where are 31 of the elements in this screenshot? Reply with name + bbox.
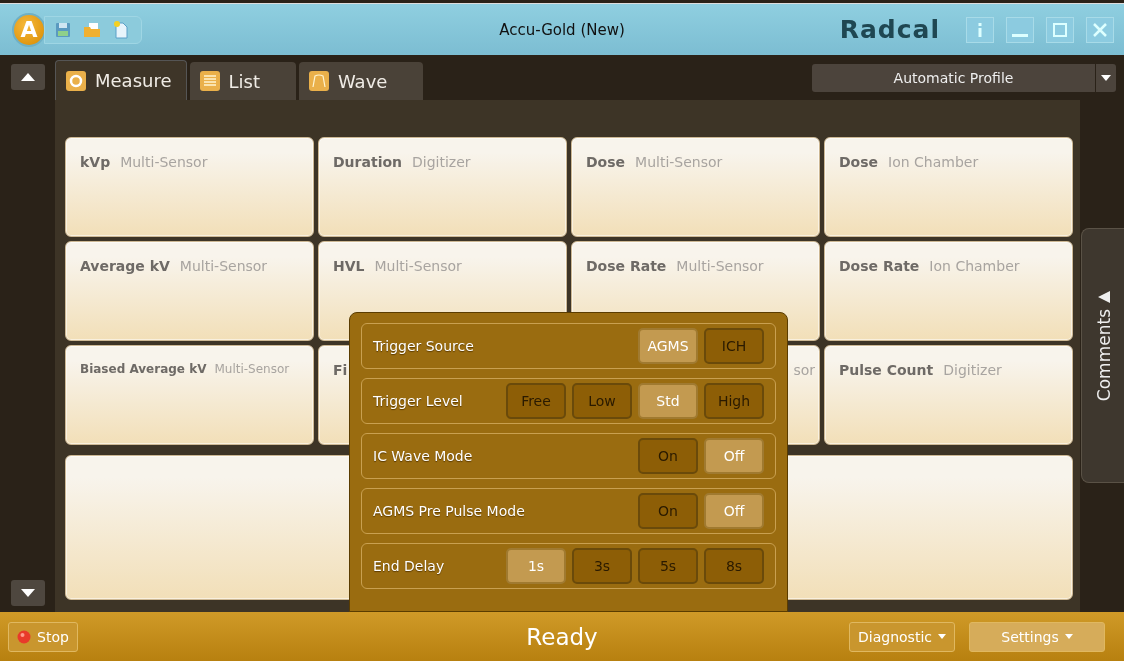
sensor-label: sor: [793, 362, 815, 378]
sensor-label: Multi-Sensor: [676, 258, 764, 274]
status-text: Ready: [526, 623, 598, 650]
measurement-label: Dose Rate: [586, 258, 667, 274]
setting-label: AGMS Pre Pulse Mode: [373, 503, 526, 519]
window-title: Accu-Gold (New): [499, 20, 625, 39]
comments-label: Comments: [1093, 309, 1114, 402]
measurement-label: Fi: [333, 362, 348, 378]
measurement-label: Pulse Count: [839, 362, 934, 378]
sensor-label: Ion Chamber: [888, 154, 979, 170]
sensor-label: Digitizer: [412, 154, 471, 170]
sensor-label: Multi-Sensor: [374, 258, 462, 274]
measurement-label: Average kV: [80, 258, 170, 274]
setting-label: Trigger Level: [373, 393, 464, 409]
setting-label: Trigger Source: [373, 338, 475, 354]
measurement-label: Dose: [586, 154, 626, 170]
measurement-label: HVL: [333, 258, 365, 274]
measurement-label: Duration: [333, 154, 402, 170]
sensor-label: Digitizer: [943, 362, 1002, 378]
brand-logo: Radcal: [839, 15, 940, 44]
sensor-label: Multi-Sensor: [120, 154, 208, 170]
sensor-label: Multi-Sensor: [214, 362, 290, 376]
sensor-label: Multi-Sensor: [179, 258, 268, 274]
sensor-label: Ion Chamber: [929, 258, 1020, 274]
measurement-label: kVp: [80, 154, 111, 170]
setting-label: End Delay: [373, 558, 446, 574]
measurement-label: Biased Average kV: [80, 362, 207, 376]
measurement-label: Dose: [839, 154, 879, 170]
measurement-label: Dose Rate: [839, 258, 920, 274]
setting-label: IC Wave Mode: [373, 448, 474, 464]
sensor-label: Multi-Sensor: [635, 154, 723, 170]
